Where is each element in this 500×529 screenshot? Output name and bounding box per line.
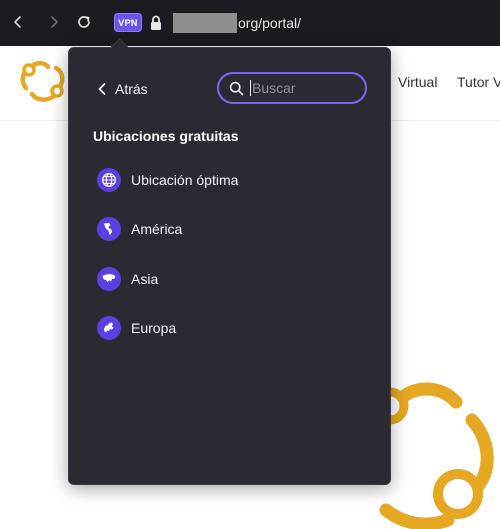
lock-icon[interactable] bbox=[149, 14, 163, 32]
location-item-asia[interactable]: Asia bbox=[97, 266, 357, 292]
nav-link-tutor[interactable]: Tutor Vi bbox=[457, 74, 500, 90]
europe-icon bbox=[97, 316, 121, 340]
url-redacted-segment bbox=[173, 13, 237, 33]
search-icon bbox=[229, 81, 244, 95]
asia-icon bbox=[97, 267, 121, 291]
location-label: Asia bbox=[131, 271, 159, 287]
location-label: Europa bbox=[131, 320, 177, 336]
back-button[interactable]: Atrás bbox=[97, 78, 148, 100]
back-button-label: Atrás bbox=[115, 81, 148, 97]
search-box[interactable] bbox=[217, 72, 367, 104]
location-item-america[interactable]: América bbox=[97, 216, 357, 242]
vpn-button[interactable]: VPN bbox=[114, 13, 142, 32]
address-bar-url[interactable]: org/portal/ bbox=[238, 14, 301, 32]
forward-nav-button[interactable] bbox=[42, 10, 66, 34]
search-input[interactable] bbox=[250, 80, 352, 96]
location-item-optimal[interactable]: Ubicación óptima bbox=[97, 167, 357, 193]
chevron-left-icon bbox=[98, 83, 106, 95]
globe-icon bbox=[97, 168, 121, 192]
americas-icon bbox=[97, 217, 121, 241]
vpn-locations-panel: Atrás Ubicaciones gratuitas Ubicación óp… bbox=[68, 38, 391, 485]
site-logo-icon[interactable] bbox=[18, 56, 68, 106]
nav-link-virtual[interactable]: Virtual bbox=[398, 74, 437, 90]
reload-icon bbox=[78, 16, 90, 28]
chevron-left-icon bbox=[14, 16, 21, 28]
section-title: Ubicaciones gratuitas bbox=[93, 128, 239, 144]
location-label: América bbox=[131, 221, 183, 237]
reload-button[interactable] bbox=[72, 10, 96, 34]
browser-toolbar: VPN org/portal/ bbox=[0, 0, 500, 46]
location-item-europe[interactable]: Europa bbox=[97, 315, 357, 341]
chevron-right-icon bbox=[51, 16, 58, 28]
back-nav-button[interactable] bbox=[6, 10, 30, 34]
location-label: Ubicación óptima bbox=[131, 172, 239, 188]
